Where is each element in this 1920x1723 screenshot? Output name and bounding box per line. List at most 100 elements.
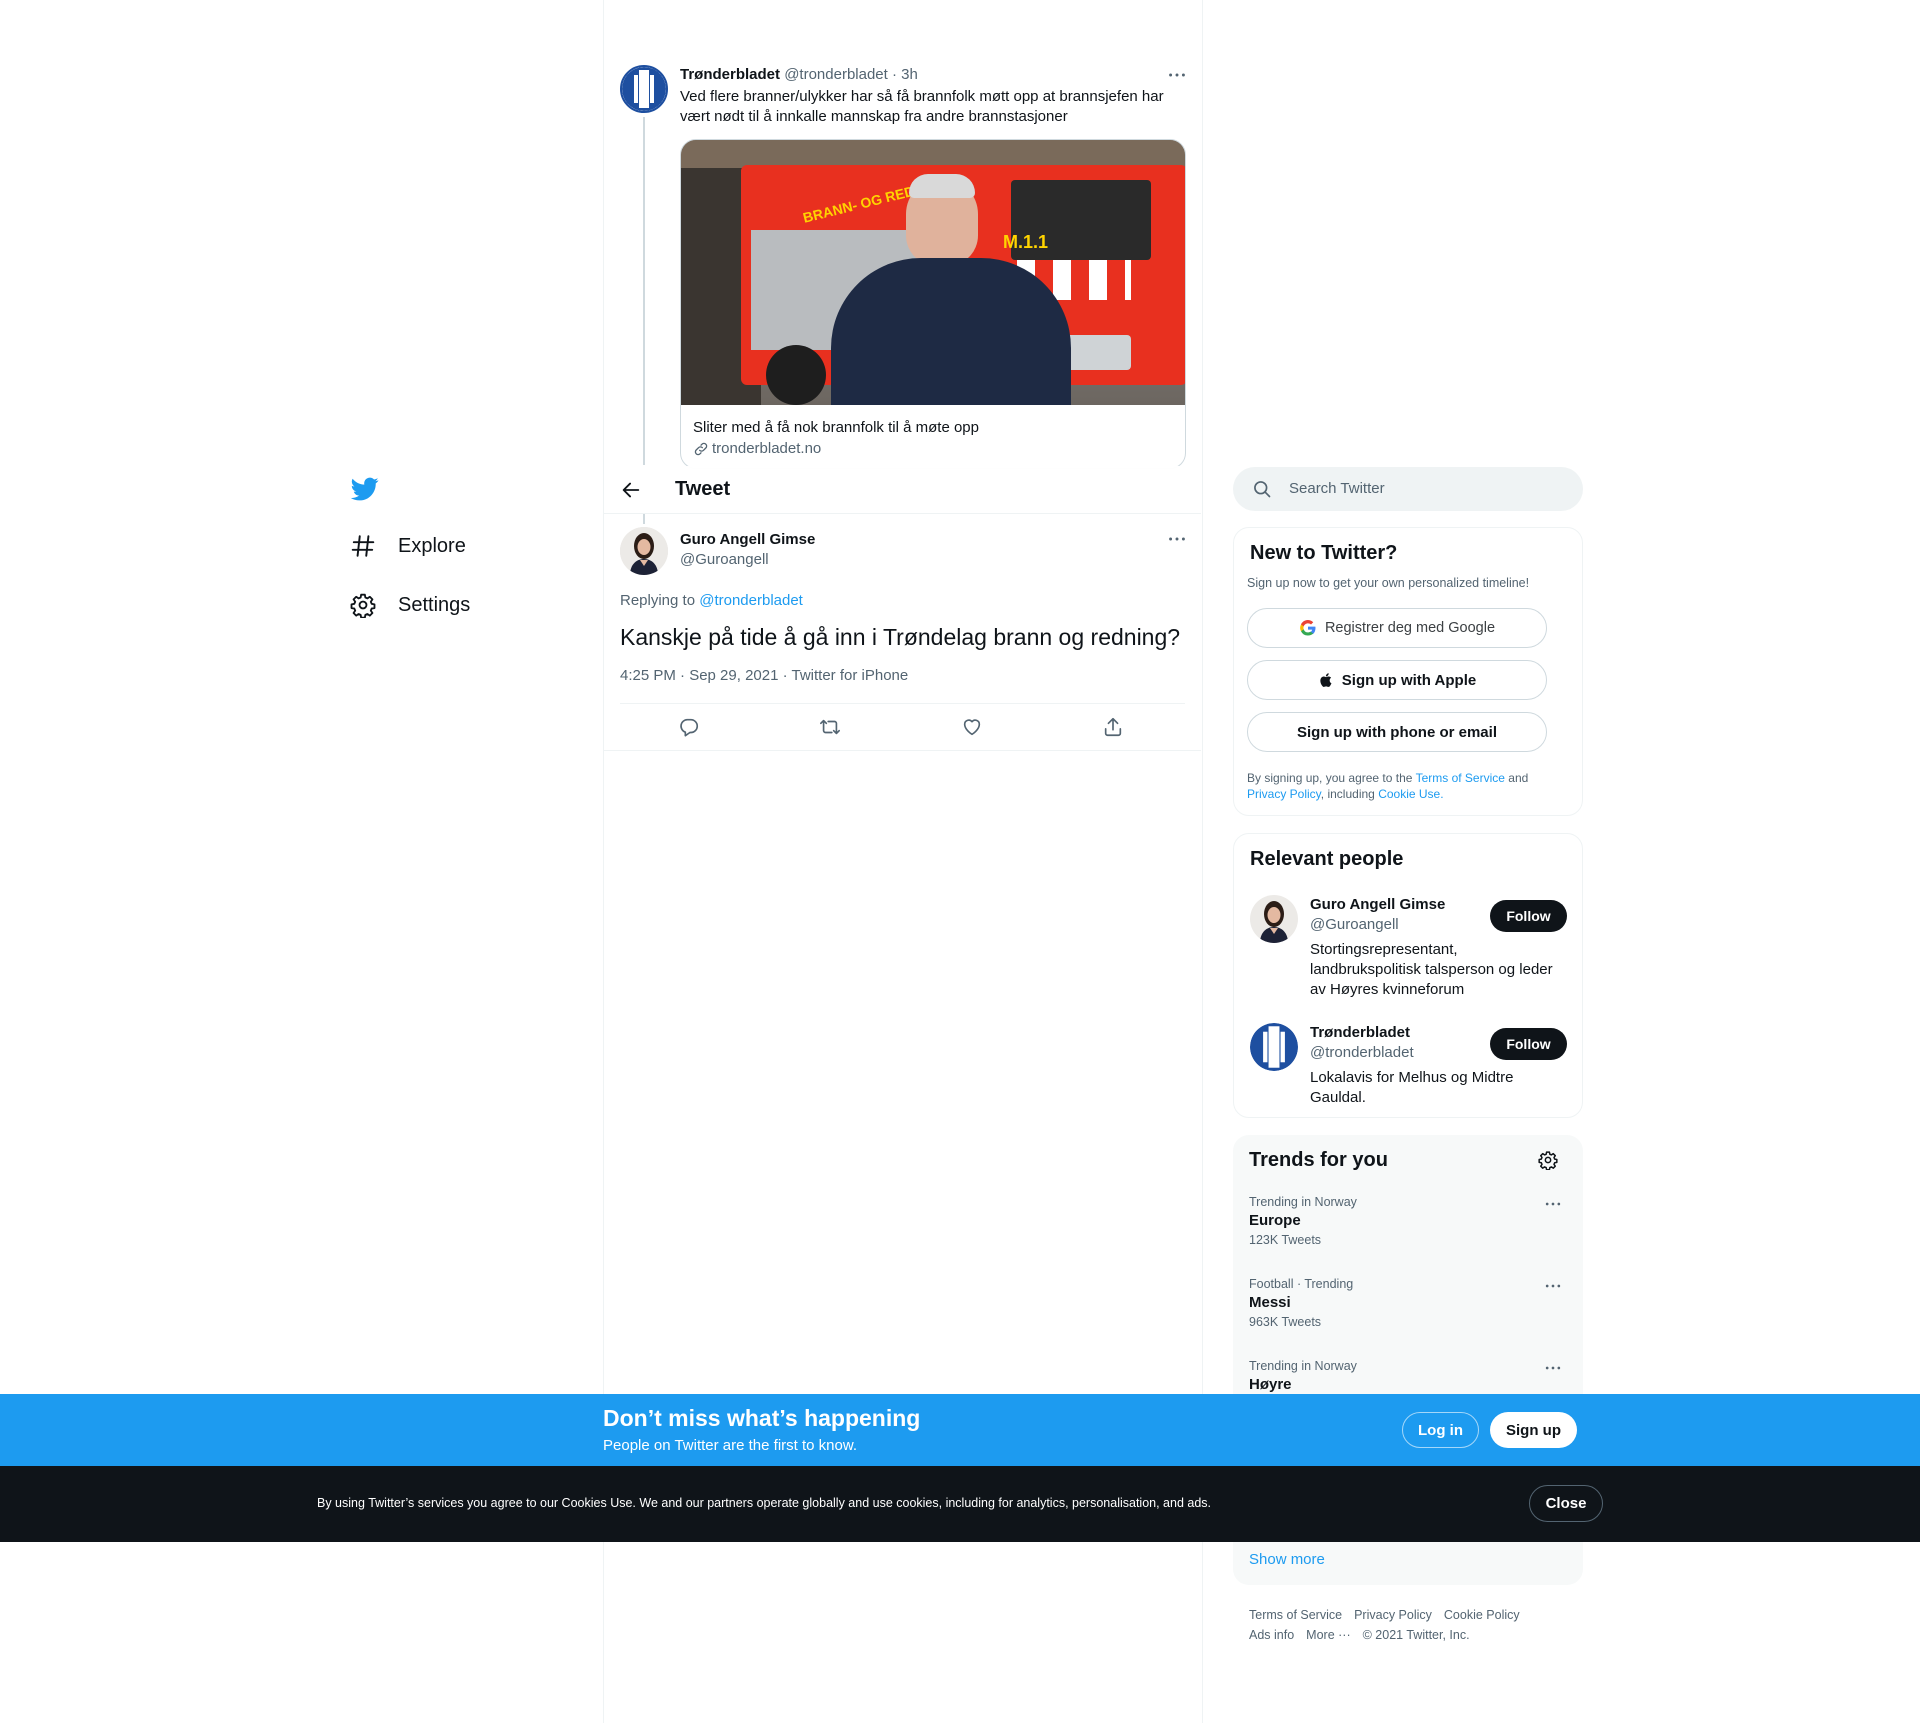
follow-button[interactable]: Follow	[1490, 1028, 1567, 1060]
gear-icon	[1538, 1151, 1558, 1170]
footer-more-button[interactable]: More ···	[1306, 1625, 1350, 1645]
main-tweet-meta[interactable]: 4:25 PM · Sep 29, 2021 · Twitter for iPh…	[620, 667, 908, 684]
like-button[interactable]	[961, 716, 983, 738]
google-signup-button[interactable]: Registrer deg med Google	[1247, 608, 1547, 648]
trend-item[interactable]: Trending in Norway Europe 123K Tweets	[1233, 1183, 1583, 1265]
more-dots-icon[interactable]	[1543, 1194, 1563, 1214]
hashtag-icon	[351, 535, 375, 557]
signup-subtitle: Sign up now to get your own personalized…	[1247, 576, 1530, 590]
phone-email-signup-button[interactable]: Sign up with phone or email	[1247, 712, 1547, 752]
search-icon	[1254, 481, 1271, 498]
thread-line	[643, 117, 645, 465]
trends-settings-button[interactable]	[1538, 1150, 1558, 1170]
trend-item[interactable]: Football · Trending Messi 963K Tweets	[1233, 1265, 1583, 1347]
tweet-header: Tweet	[604, 466, 1201, 514]
footer-terms-link[interactable]: Terms of Service	[1249, 1605, 1342, 1625]
more-dots-icon[interactable]	[1543, 1276, 1563, 1296]
follow-button[interactable]: Follow	[1490, 900, 1567, 932]
card-domain-row: tronderbladet.no	[693, 440, 821, 457]
person-name[interactable]: Trønderbladet	[1310, 1024, 1410, 1041]
parent-tweet-time[interactable]: 3h	[901, 66, 918, 83]
cookie-close-button[interactable]: Close	[1529, 1485, 1603, 1522]
thread-line-connector	[643, 514, 645, 524]
cookie-use-link[interactable]: Cookie Use.	[1378, 787, 1443, 801]
heart-icon	[963, 719, 981, 736]
footer-privacy-link[interactable]: Privacy Policy	[1354, 1605, 1432, 1625]
signup-title: New to Twitter?	[1250, 542, 1398, 564]
parent-tweet-text: Ved flere branner/ulykker har så få bran…	[680, 88, 1164, 125]
tronderbladet-avatar[interactable]	[620, 65, 668, 113]
person-avatar-icon	[1250, 895, 1298, 943]
phone-email-signup-label: Sign up with phone or email	[1296, 723, 1497, 741]
cookie-text: By using Twitter’s services you agree to…	[317, 1496, 1212, 1510]
footer-copyright: © 2021 Twitter, Inc.	[1362, 1628, 1470, 1642]
tronderbladet-logo-icon	[622, 67, 666, 111]
google-icon	[1300, 619, 1316, 636]
terms-link[interactable]: Terms of Service	[1416, 771, 1505, 785]
link-card[interactable]: BRANN- OG REDNING M.1.1 Sliter med å få …	[680, 139, 1186, 469]
banner-subtitle: People on Twitter are the first to know.	[603, 1437, 858, 1454]
twitter-bird-icon	[350, 477, 379, 501]
signup-button[interactable]: Sign up	[1490, 1412, 1577, 1448]
twitter-logo[interactable]	[350, 475, 380, 503]
search-input[interactable]: Search Twitter	[1289, 480, 1385, 497]
more-dots-icon	[1169, 537, 1185, 541]
person-handle[interactable]: @Guroangell	[1310, 916, 1399, 933]
header-title: Tweet	[675, 478, 731, 500]
relevant-people-panel: Relevant people Guro Angell Gimse @Guroa…	[1233, 833, 1583, 1118]
apple-signup-label: Sign up with Apple	[1341, 671, 1477, 689]
replying-to: Replying to @tronderbladet	[620, 592, 803, 609]
main-author-name[interactable]: Guro Angell Gimse	[680, 531, 815, 548]
reply-button[interactable]	[678, 716, 700, 738]
parent-tweet-header: Trønderbladet @tronderbladet · 3h	[680, 66, 918, 83]
signup-legal: By signing up, you agree to the Terms of…	[1247, 771, 1529, 801]
guro-avatar[interactable]	[620, 527, 668, 575]
sidebar-footer: Terms of Service Privacy Policy Cookie P…	[1249, 1605, 1579, 1645]
card-domain: tronderbladet.no	[712, 440, 822, 457]
main-author-handle[interactable]: @Guroangell	[680, 551, 769, 568]
new-to-twitter-panel: New to Twitter? Sign up now to get your …	[1233, 527, 1583, 816]
search-box[interactable]: Search Twitter	[1233, 467, 1583, 511]
share-button[interactable]	[1102, 716, 1124, 738]
main-more-button[interactable]	[1166, 528, 1188, 550]
parent-author-name[interactable]: Trønderbladet	[680, 66, 780, 83]
replying-to-handle[interactable]: @tronderbladet	[699, 592, 803, 609]
person-avatar-icon	[620, 527, 668, 575]
trends-title: Trends for you	[1249, 1149, 1388, 1171]
main-tweet-text: Kanskje på tide å gå inn i Trøndelag bra…	[620, 624, 1181, 650]
reply-icon	[680, 718, 699, 737]
footer-cookie-link[interactable]: Cookie Policy	[1444, 1605, 1520, 1625]
apple-signup-button[interactable]: Sign up with Apple	[1247, 660, 1547, 700]
signup-banner: Don’t miss what’s happening People on Tw…	[0, 1394, 1920, 1466]
person-bio: Lokalavis for Melhus og Midtre Gauldal.	[1310, 1069, 1514, 1106]
nav-explore-label: Explore	[398, 534, 466, 557]
tweet-actions	[604, 704, 1201, 751]
retweet-icon	[820, 719, 840, 735]
nav-settings[interactable]: Settings	[350, 592, 470, 618]
show-more-link[interactable]: Show more	[1249, 1551, 1325, 1568]
nav-settings-label: Settings	[398, 593, 471, 616]
person-name[interactable]: Guro Angell Gimse	[1310, 896, 1445, 913]
parent-author-handle[interactable]: @tronderbladet	[784, 66, 888, 83]
privacy-link[interactable]: Privacy Policy	[1247, 787, 1321, 801]
more-dots-icon	[1169, 73, 1185, 77]
login-button[interactable]: Log in	[1402, 1412, 1479, 1448]
banner-headline: Don’t miss what’s happening	[603, 1405, 921, 1431]
more-dots-icon[interactable]	[1543, 1358, 1563, 1378]
back-button[interactable]	[620, 479, 642, 501]
share-icon	[1104, 717, 1122, 737]
link-icon	[694, 442, 708, 455]
card-title: Sliter med å få nok brannfolk til å møte…	[693, 419, 979, 436]
google-signup-label: Registrer deg med Google	[1324, 620, 1496, 636]
nav-explore[interactable]: Explore	[350, 533, 466, 559]
parent-more-button[interactable]	[1166, 64, 1188, 86]
tronderbladet-avatar[interactable]	[1250, 1023, 1298, 1071]
gear-icon	[350, 593, 376, 618]
relevant-people-title: Relevant people	[1250, 848, 1404, 870]
person-handle[interactable]: @tronderbladet	[1310, 1044, 1414, 1061]
tronderbladet-logo-icon	[1250, 1023, 1298, 1071]
footer-ads-link[interactable]: Ads info	[1249, 1625, 1294, 1645]
person-avatar[interactable]	[1250, 895, 1298, 943]
retweet-button[interactable]	[819, 716, 841, 738]
cookie-bar: By using Twitter’s services you agree to…	[0, 1466, 1920, 1542]
